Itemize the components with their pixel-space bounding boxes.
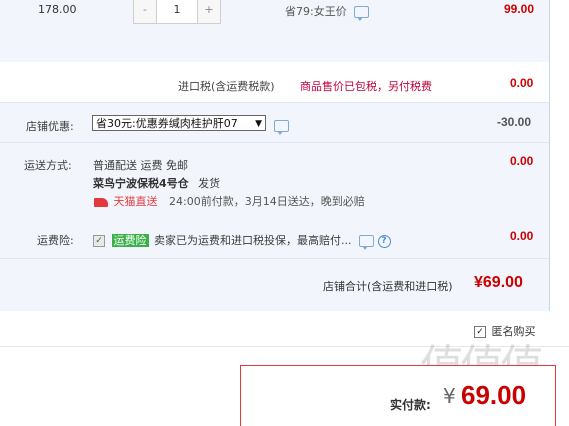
comment-icon[interactable]: [354, 6, 370, 21]
insurance-checkbox[interactable]: ✓: [93, 235, 105, 247]
comment-icon[interactable]: [274, 120, 289, 135]
discount-note-text: 省79:女王价: [285, 5, 347, 18]
payment-currency: ¥: [443, 384, 456, 408]
shop-discount-select[interactable]: 省30元:优惠券缄肉桂护肝07 ▼: [92, 115, 266, 131]
quantity-input[interactable]: 1: [156, 0, 198, 23]
discount-note: 省79:女王价: [285, 3, 370, 21]
warehouse-dispatch: 发货: [198, 177, 221, 190]
tmall-icon: [94, 197, 108, 207]
shipping-label: 运送方式:: [24, 159, 72, 172]
import-tax-note: 商品售价已包税，另付税费: [300, 80, 432, 93]
shop-discount-label: 店铺优惠:: [26, 120, 74, 133]
delivery-promise: 24:00前付款，3月14日送达，晚到必赔: [169, 195, 365, 208]
insurance-line: ✓ 运费险 卖家已为运费和进口税投保，最高赔付... ?: [93, 232, 391, 250]
shop-total-amount: ¥69.00: [474, 274, 523, 291]
insurance-text: 卖家已为运费和进口税投保，最高赔付...: [154, 234, 352, 247]
help-icon[interactable]: ?: [377, 234, 391, 248]
insurance-tag: 运费险: [111, 234, 149, 247]
warehouse-name: 菜鸟宁波保税4号仓: [93, 177, 189, 190]
import-tax-row: 进口税(含运费税款) 商品售价已包税，另付税费 0.00: [0, 62, 550, 102]
separator: [0, 258, 549, 259]
payment-box: 实付款: ¥ 69.00: [240, 365, 556, 426]
import-tax-amount: 0.00: [510, 76, 534, 90]
quantity-decrease-button[interactable]: -: [134, 0, 156, 23]
unit-price: 178.00: [38, 3, 77, 16]
shipping-warehouse: 菜鸟宁波保税4号仓 发货: [93, 175, 220, 191]
tmall-direct-tag: 天猫直送: [113, 195, 158, 208]
separator: [0, 142, 549, 143]
delivery-line: 天猫直送 24:00前付款，3月14日送达，晚到必赔: [94, 193, 365, 209]
item-subtotal: 99.00: [504, 2, 535, 16]
shipping-amount: 0.00: [510, 154, 534, 168]
payment-label: 实付款:: [390, 398, 431, 412]
quantity-increase-button[interactable]: +: [198, 0, 220, 23]
payment-amount: 69.00: [461, 380, 527, 410]
import-tax-label: 进口税(含运费税款): [178, 80, 275, 93]
shop-discount-amount: -30.00: [497, 115, 532, 129]
chevron-down-icon: ▼: [255, 119, 262, 129]
shipping-method: 普通配送 运费 免邮: [93, 159, 188, 172]
shop-discount-selected: 省30元:优惠券缄肉桂护肝07: [96, 117, 238, 130]
comment-icon[interactable]: [359, 235, 374, 250]
item-row: 178.00 - 1 + 省79:女王价 99.00: [0, 0, 550, 62]
shop-total-label: 店铺合计(含运费和进口税): [323, 280, 453, 293]
insurance-label: 运费险:: [37, 234, 74, 247]
quantity-stepper[interactable]: - 1 +: [133, 0, 221, 24]
insurance-amount: 0.00: [510, 229, 534, 243]
